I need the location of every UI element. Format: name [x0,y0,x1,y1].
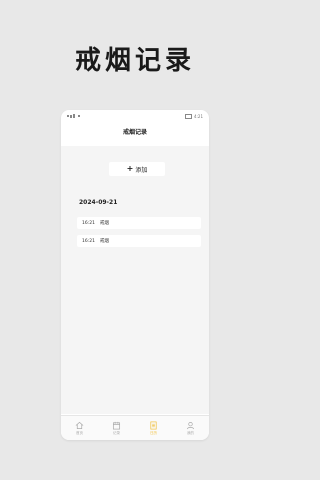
home-icon [75,421,84,430]
list-item[interactable]: 16:21 戒烟 [77,217,201,229]
calendar-icon [112,421,121,430]
battery-icon [185,114,193,119]
tab-bar: 首页 记录 日历 我的 [61,415,209,440]
tab-label: 首页 [76,431,83,435]
page-title: 戒烟记录 [122,129,147,136]
record-time: 16:21 [82,220,95,226]
list-item[interactable]: 16:21 戒烟 [77,235,201,247]
tab-profile[interactable]: 我的 [181,421,201,436]
user-icon [186,421,195,430]
record-label: 戒烟 [100,221,109,226]
tab-label: 我的 [187,431,194,435]
tab-record[interactable]: 记录 [107,421,127,436]
status-bar: 4:21 [61,110,209,122]
status-time: 4:21 [194,114,203,119]
tab-calendar[interactable]: 日历 [144,421,164,436]
list-icon [150,421,157,430]
phone-screen: 4:21 戒烟记录 + 添加 2024-09-21 16:21 戒烟 16:21… [61,110,209,440]
main-content: + 添加 2024-09-21 16:21 戒烟 16:21 戒烟 [61,146,209,414]
promo-title: 戒烟记录 [74,46,195,76]
plus-icon: + [126,164,134,173]
tab-label: 记录 [113,431,120,435]
tab-label: 日历 [150,431,157,435]
tab-home[interactable]: 首页 [70,421,90,436]
date-heading: 2024-09-21 [79,199,118,206]
record-label: 戒烟 [100,239,109,244]
signal-icon [67,114,80,118]
record-time: 16:21 [82,238,95,244]
add-button-label: 添加 [135,166,148,174]
add-button[interactable]: + 添加 [109,162,165,176]
